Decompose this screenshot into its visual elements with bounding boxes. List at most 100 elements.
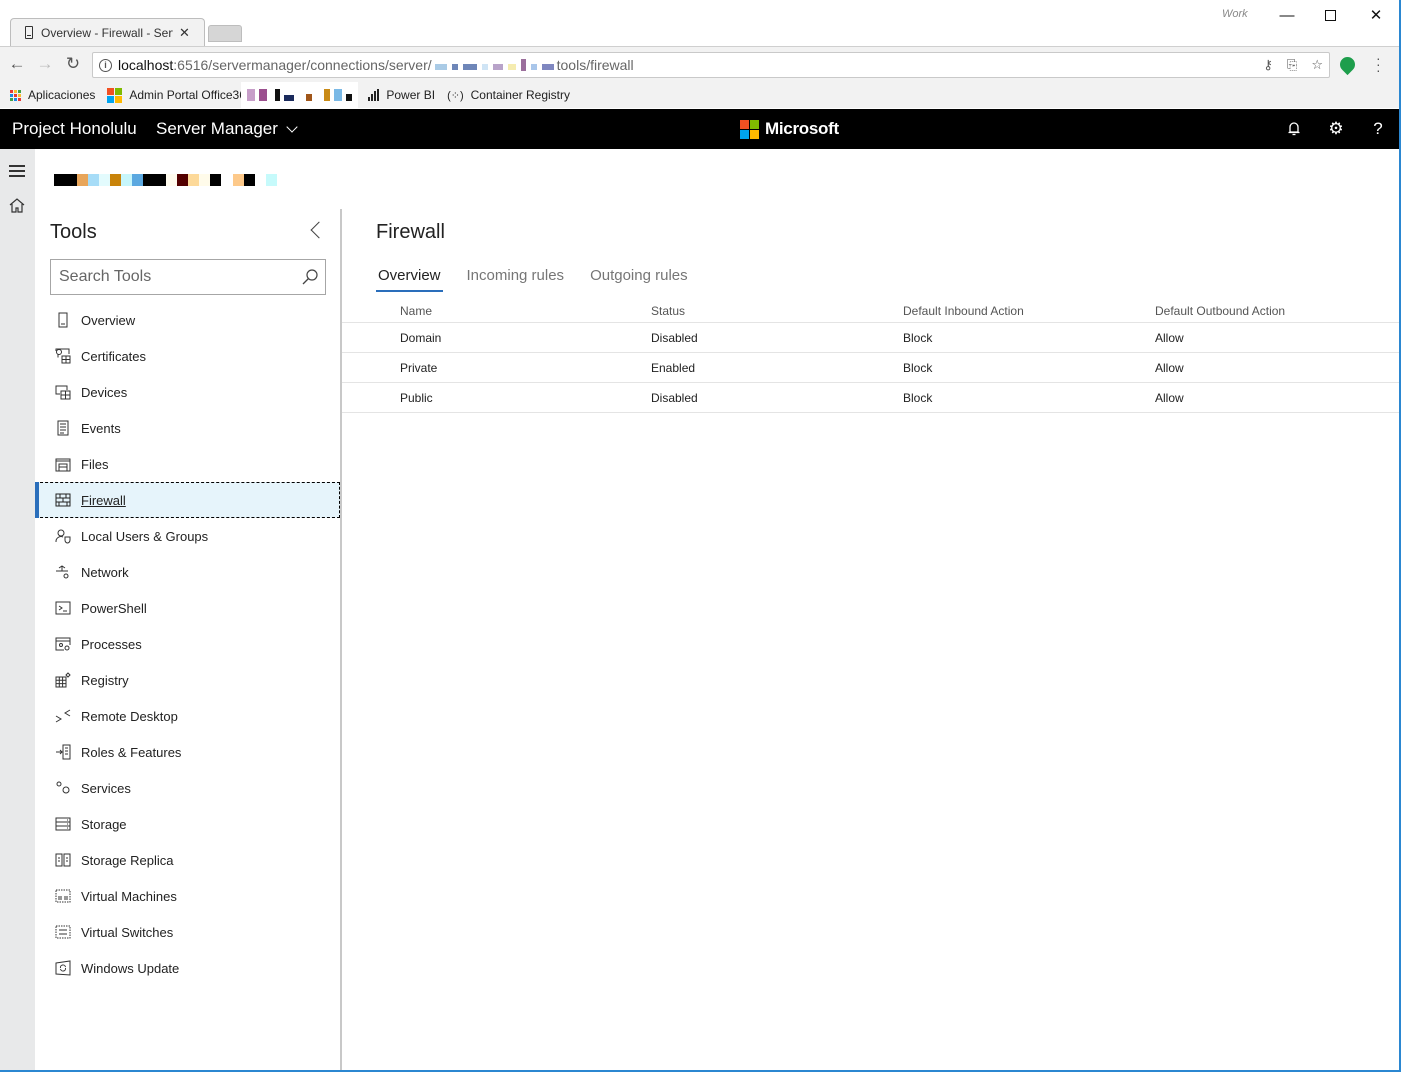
app-header: Project Honolulu Server Manager Microsof… (0, 109, 1399, 149)
address-bar[interactable]: i localhost :6516/servermanager/connecti… (92, 52, 1330, 78)
notifications-bell-icon[interactable] (1283, 118, 1305, 140)
cell-status: Disabled (651, 330, 698, 345)
redacted-url-segment (434, 59, 554, 71)
profile-label[interactable]: Work (1222, 8, 1248, 20)
help-icon[interactable]: ? (1367, 118, 1389, 140)
bookmark-container-registry[interactable]: (⁘) Container Registry (447, 88, 570, 102)
devices-icon (55, 384, 71, 400)
tool-item-events[interactable]: Events (35, 410, 340, 446)
tool-item-services[interactable]: Services (35, 770, 340, 806)
tool-item-label: Events (81, 420, 121, 436)
search-tools-input[interactable] (59, 268, 294, 286)
cell-outbound-action: Allow (1155, 390, 1184, 405)
bookmark-star-icon[interactable]: ☆ (1311, 57, 1323, 73)
product-name[interactable]: Project Honolulu (12, 119, 137, 139)
registry-icon (55, 672, 71, 688)
url-host: localhost (118, 57, 174, 73)
tool-item-label: PowerShell (81, 600, 147, 616)
hamburger-menu-icon[interactable] (9, 165, 25, 180)
server-favicon-icon (25, 26, 33, 39)
maximize-button[interactable] (1307, 4, 1353, 26)
site-info-icon[interactable]: i (99, 58, 112, 72)
tool-item-local-users-groups[interactable]: Local Users & Groups (35, 518, 340, 554)
cell-inbound-action: Block (903, 330, 933, 345)
back-button[interactable]: ← (6, 53, 28, 75)
column-header-default-outbound-action[interactable]: Default Outbound Action (1155, 304, 1399, 318)
table-row[interactable]: Domain Disabled Block Allow (342, 323, 1399, 353)
services-icon (55, 780, 71, 796)
close-window-button[interactable]: ✕ (1353, 4, 1399, 26)
translate-icon[interactable]: ⎘ (1287, 57, 1297, 73)
settings-gear-icon[interactable]: ⚙ (1325, 118, 1347, 140)
roles-features-icon (55, 744, 71, 760)
column-header-status[interactable]: Status (651, 304, 903, 318)
bookmark-label: Power BI (386, 88, 436, 102)
tool-item-label: Roles & Features (81, 744, 182, 760)
password-key-icon[interactable]: ⚷ (1263, 57, 1273, 73)
tool-item-virtual-switches[interactable]: Virtual Switches (35, 914, 340, 950)
bookmark-admin-portal[interactable]: Admin Portal Office365 (107, 87, 241, 103)
tool-item-storage-replica[interactable]: Storage Replica (35, 842, 340, 878)
files-icon (55, 456, 71, 472)
tool-item-certificates[interactable]: Certificates (35, 338, 340, 374)
events-icon (55, 420, 71, 436)
reload-button[interactable]: ↻ (62, 53, 84, 75)
tools-panel: Tools Overview Certificates Devices (35, 209, 342, 1070)
tool-item-firewall[interactable]: Firewall (35, 482, 340, 518)
overview-icon (55, 312, 71, 328)
container-registry-icon: (⁘) (447, 89, 464, 102)
tool-item-overview[interactable]: Overview (35, 302, 340, 338)
tool-item-processes[interactable]: Processes (35, 626, 340, 662)
tool-item-label: Virtual Switches (81, 924, 174, 940)
browser-tab[interactable]: Overview - Firewall - Server Manager ✕ (10, 18, 205, 46)
tab-overview[interactable]: Overview (376, 267, 443, 292)
tool-item-devices[interactable]: Devices (35, 374, 340, 410)
tool-item-network[interactable]: Network (35, 554, 340, 590)
virtual-switches-icon (55, 924, 71, 940)
tab-outgoing-rules[interactable]: Outgoing rules (588, 267, 690, 292)
remote-desktop-icon (55, 708, 71, 724)
extension-icon[interactable] (1336, 53, 1359, 76)
tool-item-registry[interactable]: Registry (35, 662, 340, 698)
table-header-row: Name Status Default Inbound Action Defau… (342, 299, 1399, 323)
table-row[interactable]: Private Enabled Block Allow (342, 353, 1399, 383)
search-icon[interactable] (301, 268, 319, 291)
close-tab-icon[interactable]: ✕ (179, 25, 190, 41)
url-path: :6516/servermanager/connections/server/ (173, 57, 432, 73)
tool-item-label: Network (81, 564, 129, 580)
browser-toolbar: ← → ↻ i localhost :6516/servermanager/co… (0, 46, 1399, 82)
tool-item-label: Registry (81, 672, 129, 688)
browser-menu-icon[interactable]: · · · (1376, 51, 1381, 77)
tab-incoming-rules[interactable]: Incoming rules (465, 267, 567, 292)
browser-tab-title: Overview - Firewall - Server Manager (41, 25, 173, 40)
cell-outbound-action: Allow (1155, 330, 1184, 345)
redacted-bookmarks (241, 82, 359, 108)
bookmarks-bar: Aplicaciones Admin Portal Office365 Powe… (0, 82, 1399, 108)
tool-item-label: Overview (81, 312, 136, 328)
tool-item-virtual-machines[interactable]: Virtual Machines (35, 878, 340, 914)
app-switcher-label: Server Manager (156, 119, 278, 138)
tool-item-roles-features[interactable]: Roles & Features (35, 734, 340, 770)
home-icon[interactable] (8, 197, 26, 218)
tool-item-windows-update[interactable]: Windows Update (35, 950, 340, 986)
tool-item-powershell[interactable]: PowerShell (35, 590, 340, 626)
storage-replica-icon (55, 852, 71, 868)
column-header-name[interactable]: Name (342, 304, 651, 318)
bookmark-aplicaciones[interactable]: Aplicaciones (10, 88, 95, 102)
tool-item-remote-desktop[interactable]: Remote Desktop (35, 698, 340, 734)
cell-name: Private (400, 360, 438, 375)
tool-item-files[interactable]: Files (35, 446, 340, 482)
collapse-panel-icon[interactable] (310, 221, 328, 239)
cell-outbound-action: Allow (1155, 360, 1184, 375)
windows-update-icon (55, 960, 71, 976)
app-switcher-menu[interactable]: Server Manager (156, 119, 298, 139)
new-tab-button[interactable] (208, 25, 242, 42)
forward-button[interactable]: → (34, 53, 56, 75)
table-row[interactable]: Public Disabled Block Allow (342, 383, 1399, 413)
bookmark-power-bi[interactable]: Power BI (368, 88, 435, 102)
tool-item-label: Storage (81, 816, 127, 832)
column-header-default-inbound-action[interactable]: Default Inbound Action (903, 304, 1155, 318)
tool-item-storage[interactable]: Storage (35, 806, 340, 842)
search-tools-field[interactable] (50, 259, 326, 295)
minimize-button[interactable]: — (1264, 4, 1310, 26)
